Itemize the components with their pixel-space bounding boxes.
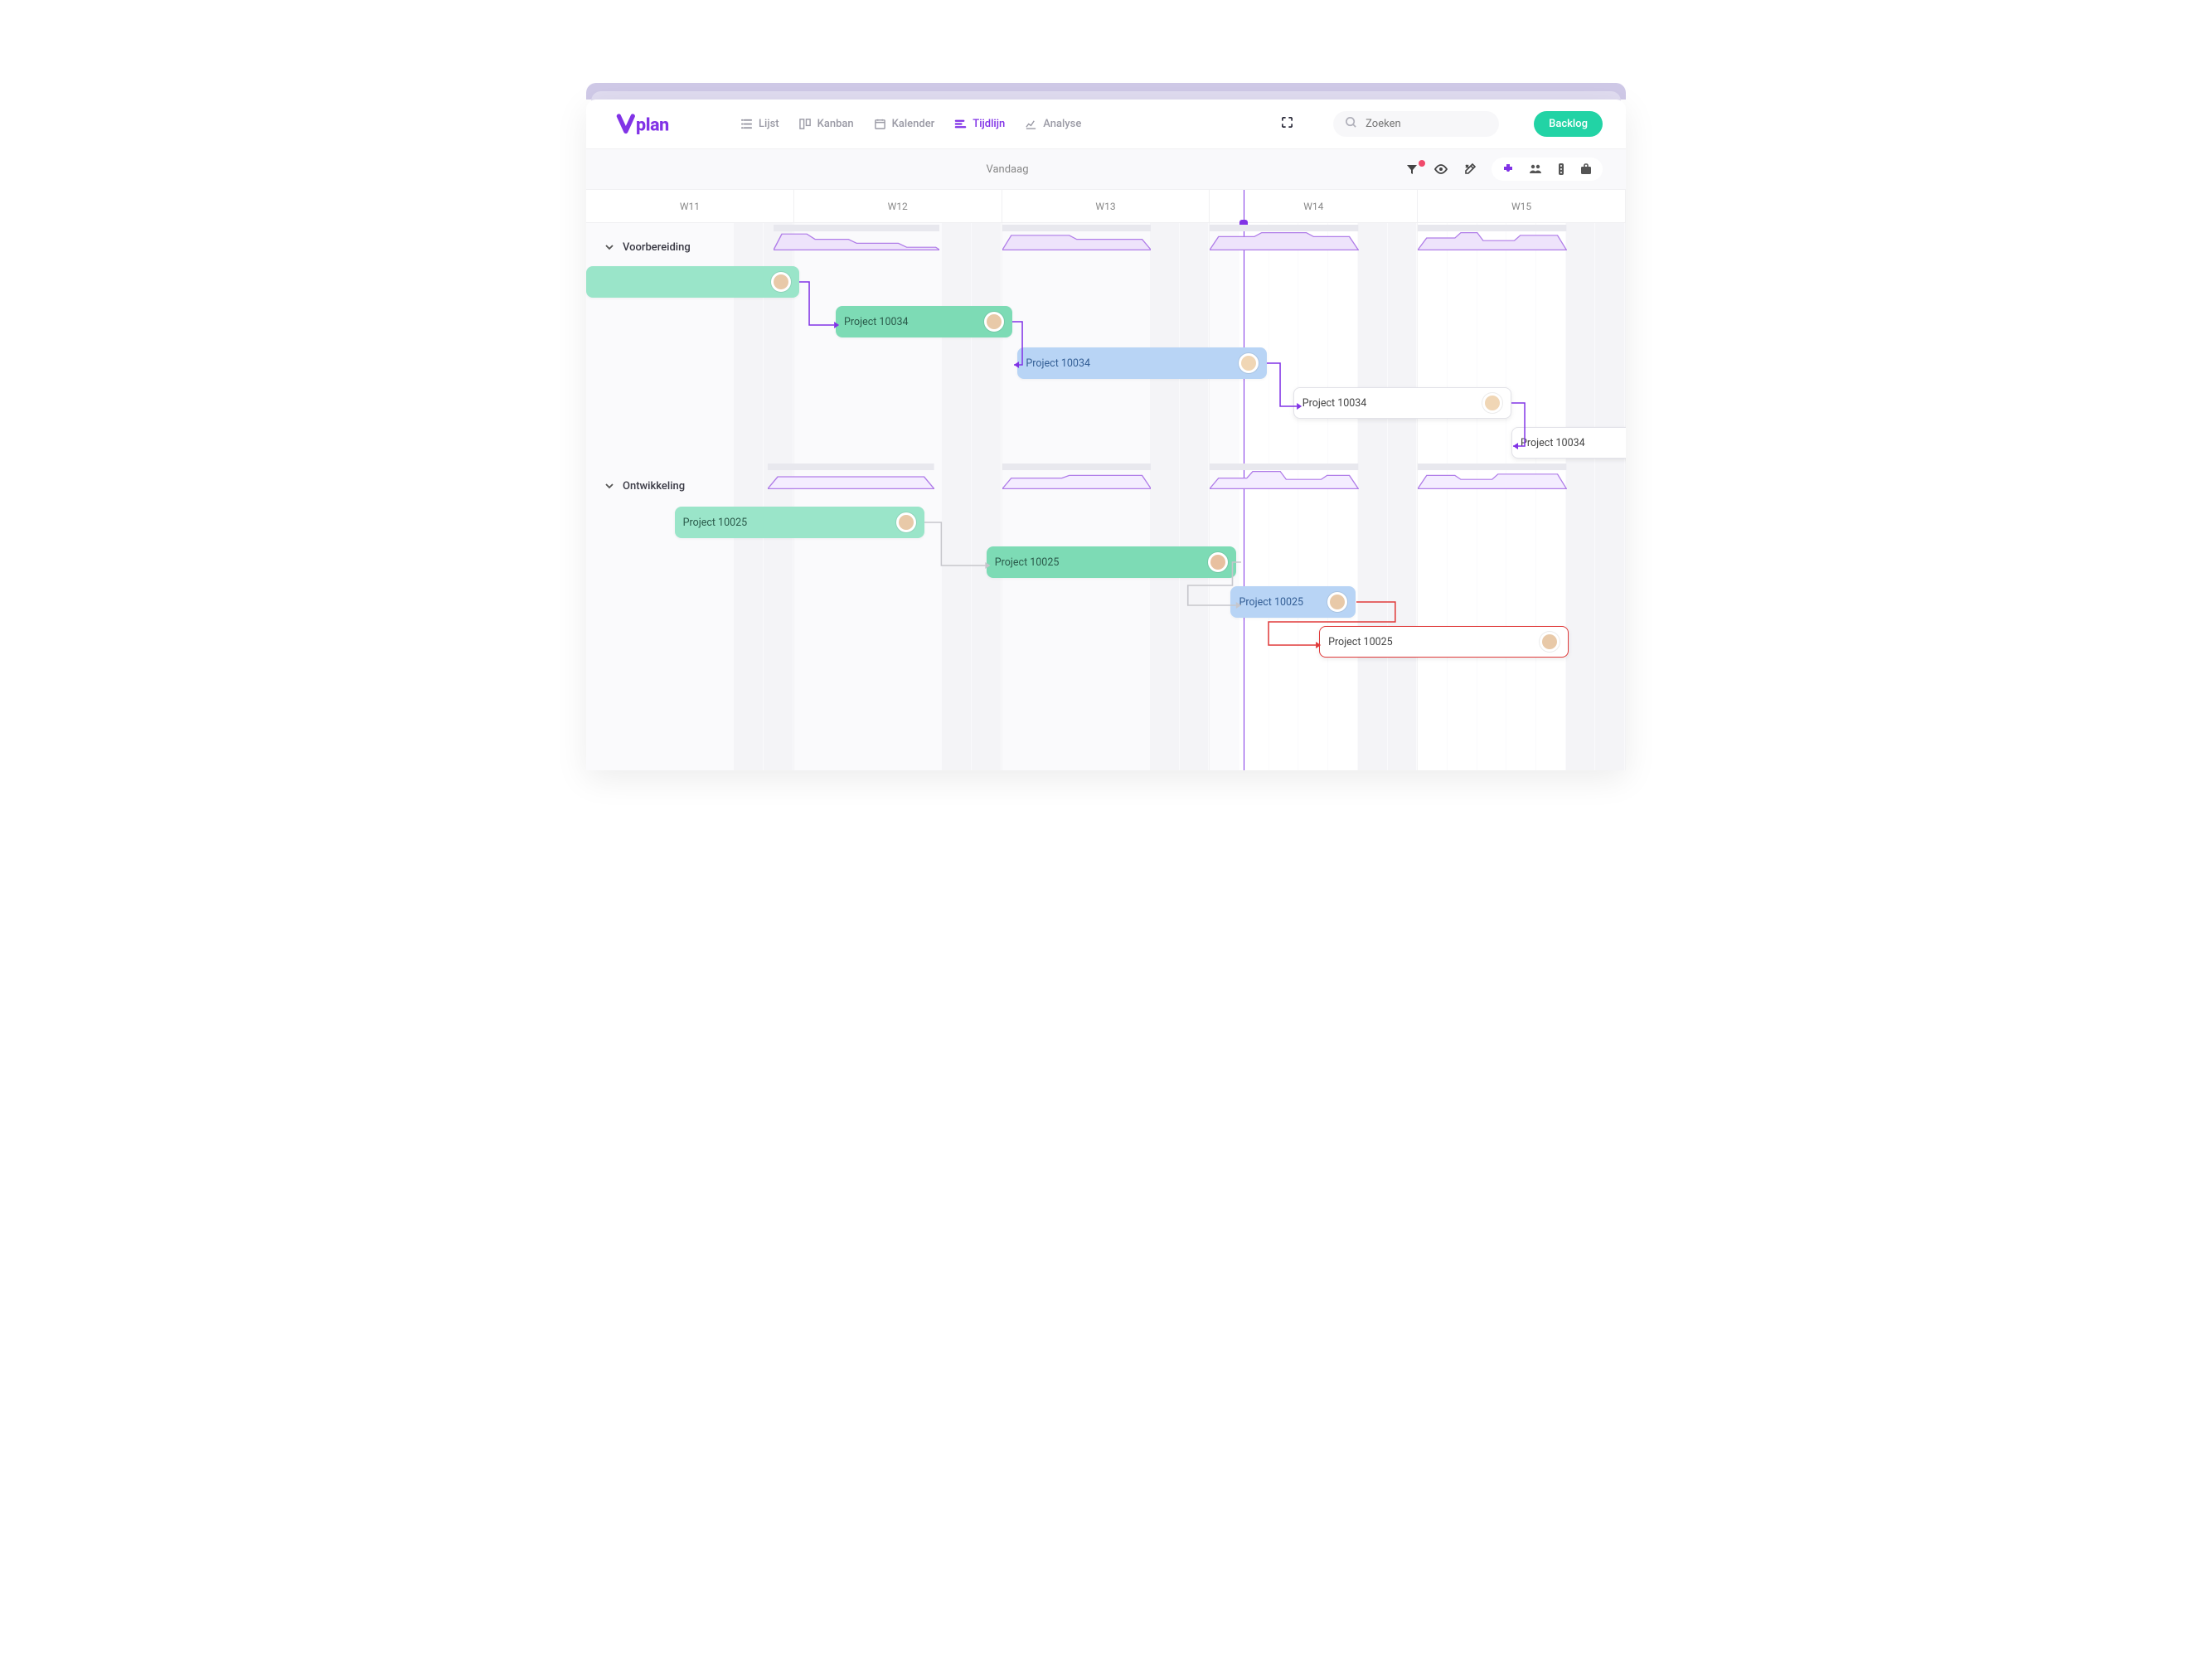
chevron-down-icon (604, 481, 616, 493)
task-card[interactable] (586, 266, 799, 298)
capacity-chart (1002, 464, 1151, 490)
task-card[interactable]: Project 10034 (1293, 387, 1511, 419)
tab-label: Kalender (892, 118, 935, 130)
capacity-chart (1418, 464, 1566, 490)
expand-icon[interactable] (1281, 116, 1293, 132)
search-input[interactable] (1366, 118, 1503, 130)
week-header: W12 (794, 190, 1002, 222)
calendar-icon (874, 118, 886, 130)
task-card[interactable]: Project 10025 (675, 507, 924, 538)
briefcase-icon[interactable] (1579, 163, 1593, 176)
dependency-link (924, 507, 992, 581)
capacity-chart (768, 464, 934, 490)
logo: plan (609, 114, 701, 135)
integrations-icon[interactable] (1501, 163, 1515, 176)
tab-label: Tijdlijn (973, 118, 1005, 130)
week-header: W11 (586, 190, 794, 222)
week-header: W13 (1002, 190, 1210, 222)
task-label: Project 10025 (995, 556, 1060, 569)
capacity-chart (774, 225, 940, 251)
avatar (1239, 353, 1259, 373)
avatar (984, 312, 1004, 332)
view-tabs: Lijst Kanban Kalender Tijdlijn Analyse (740, 118, 1081, 130)
kanban-icon (799, 118, 812, 130)
tab-analyse[interactable]: Analyse (1025, 118, 1081, 130)
group-name: Voorbereiding (623, 241, 691, 254)
tab-label: Kanban (817, 118, 854, 130)
tab-kanban[interactable]: Kanban (799, 118, 854, 130)
avatar (1208, 552, 1228, 572)
app-header: plan Lijst Kanban Kalender Tij (586, 100, 1626, 149)
task-label: Project 10034 (1026, 357, 1090, 370)
task-label: Project 10025 (1328, 636, 1393, 648)
filter-badge (1419, 160, 1425, 167)
avatar (1540, 632, 1560, 652)
task-card[interactable]: Project 10025 (987, 546, 1236, 578)
week-header: W15 (1418, 190, 1626, 222)
tab-label: Lijst (759, 118, 779, 130)
timeline-icon (954, 118, 967, 130)
capacity-chart (1210, 464, 1358, 490)
tab-tijdlijn[interactable]: Tijdlijn (954, 118, 1005, 130)
search-icon (1345, 116, 1357, 132)
timeline-viewport[interactable]: W11 W12 W13 W14 W15 Voorbereid (586, 190, 1626, 770)
week-header: W14 (1210, 190, 1418, 222)
tab-lijst[interactable]: Lijst (740, 118, 779, 130)
avatar (896, 512, 916, 532)
filter-icon[interactable] (1405, 163, 1419, 176)
list-icon (740, 118, 753, 130)
task-card[interactable]: Project 10034 (1511, 427, 1626, 459)
team-icon[interactable] (1528, 163, 1543, 176)
backlog-button[interactable]: Backlog (1534, 111, 1603, 137)
capacity-chart (1002, 225, 1151, 251)
avatar (1482, 393, 1502, 413)
task-card[interactable]: Project 10034 (836, 306, 1012, 337)
visibility-icon[interactable] (1433, 163, 1448, 176)
week-headers: W11 W12 W13 W14 W15 (586, 190, 1626, 223)
group-header-voorbereiding[interactable]: Voorbereiding (586, 230, 709, 254)
tab-label: Analyse (1043, 118, 1081, 130)
analyse-icon (1025, 118, 1037, 130)
group-name: Ontwikkeling (623, 480, 685, 493)
today-label[interactable]: Vandaag (609, 163, 1405, 176)
group-header-ontwikkeling[interactable]: Ontwikkeling (586, 468, 703, 493)
traffic-icon[interactable] (1556, 163, 1566, 176)
view-options-group (1492, 158, 1603, 181)
task-label: Project 10025 (1239, 596, 1303, 609)
task-label: Project 10034 (1521, 437, 1585, 449)
task-card[interactable]: Project 10034 (1017, 347, 1267, 379)
tab-kalender[interactable]: Kalender (874, 118, 935, 130)
svg-text:plan: plan (636, 114, 669, 134)
search-input-wrap[interactable] (1333, 111, 1499, 137)
capacity-chart (1210, 225, 1358, 251)
task-card[interactable]: Project 10025 (1319, 626, 1569, 658)
chevron-down-icon (604, 242, 616, 254)
task-label: Project 10034 (844, 316, 909, 328)
avatar (771, 272, 791, 292)
tools-icon[interactable] (1463, 163, 1477, 176)
task-label: Project 10034 (1302, 397, 1367, 410)
avatar (1327, 592, 1347, 612)
task-card[interactable]: Project 10025 (1230, 586, 1355, 618)
timeline-toolbar: Vandaag (586, 149, 1626, 190)
capacity-chart (1418, 225, 1566, 251)
task-label: Project 10025 (683, 517, 748, 529)
app-window: plan Lijst Kanban Kalender Tij (586, 100, 1626, 770)
dependency-link (799, 266, 841, 341)
